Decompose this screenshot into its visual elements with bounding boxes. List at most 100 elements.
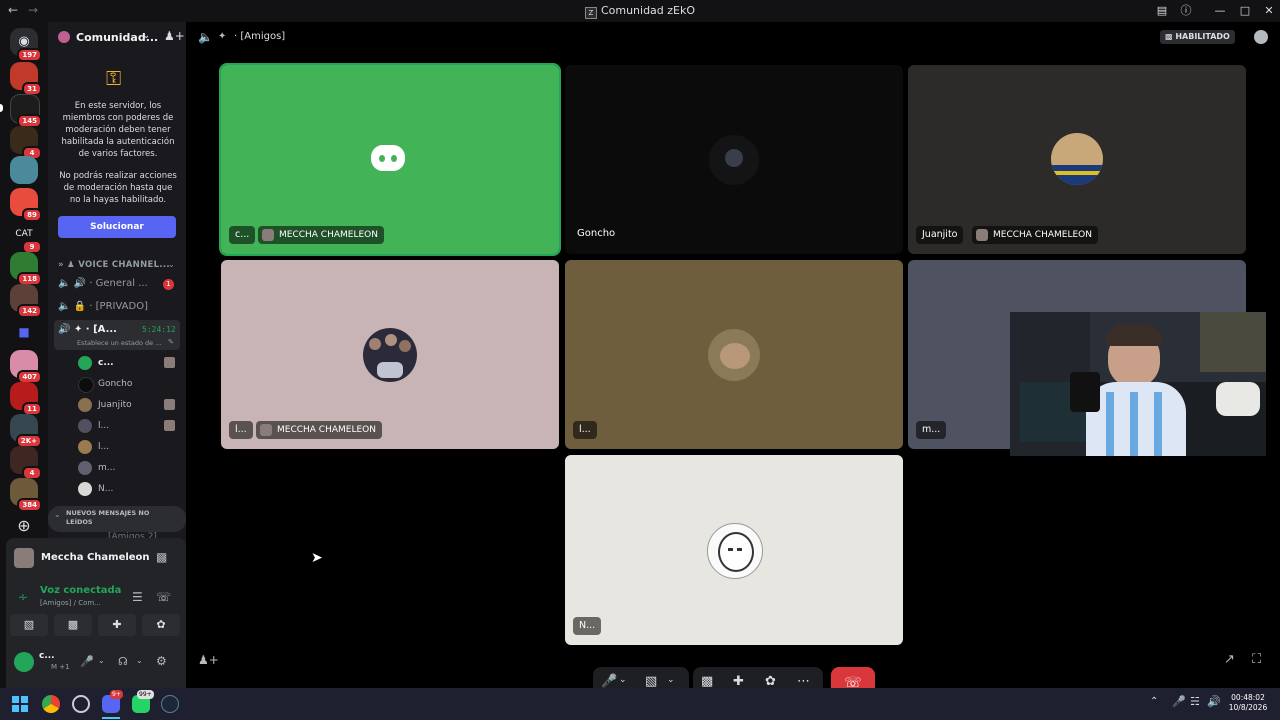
server-item[interactable]: 407 <box>10 350 42 384</box>
member-name[interactable]: l... <box>98 421 109 431</box>
voice-status[interactable]: Voz conectada <box>40 585 121 596</box>
chevron-down-icon[interactable]: ⌄ <box>142 30 150 41</box>
settings-gear-icon[interactable]: ⚙ <box>156 654 167 668</box>
server-item[interactable]: 145 <box>0 94 42 128</box>
clock[interactable]: 00:48:02 10/8/2026 <box>1228 693 1268 713</box>
server-avatar <box>10 156 38 184</box>
camera-off-icon[interactable]: ▧ <box>645 674 657 689</box>
chrome-icon[interactable] <box>42 695 60 713</box>
inbox-icon[interactable]: ▤ <box>1151 2 1173 20</box>
participant-tile[interactable]: N... <box>565 455 903 645</box>
participant-tile[interactable]: c... MECCHA CHAMELEON <box>219 63 561 256</box>
voice-location[interactable]: [Amigos] / Com... <box>40 599 101 607</box>
fix-button[interactable]: Solucionar <box>58 216 176 238</box>
member-name[interactable]: N... <box>98 484 113 494</box>
share-screen-button[interactable]: ▩ <box>54 614 92 636</box>
participant-tile[interactable]: Goncho <box>565 65 903 254</box>
microphone-icon[interactable]: 🎤 <box>601 674 617 689</box>
volume-icon[interactable]: 🔊 <box>1207 695 1221 708</box>
lock-icon: 🔒 <box>73 301 87 312</box>
chevron-up-icon[interactable]: ⌃ <box>1150 696 1158 707</box>
screen-share-icon[interactable]: ▩ <box>156 550 167 564</box>
activities-button[interactable]: ✚ <box>98 614 136 636</box>
taskbar: 9+ 99+ ⌃ 🎤 ☵ 🔊 00:48:02 10/8/2026 <box>0 688 1280 720</box>
folder-icon: ■ <box>10 318 38 346</box>
add-member-icon[interactable]: ♟+ <box>164 29 185 43</box>
participant-name: N... <box>573 617 602 635</box>
home-button[interactable]: ◉ 197 <box>10 28 42 62</box>
chevron-down-icon[interactable]: ⌄ <box>98 656 105 665</box>
server-item[interactable]: 142 <box>10 284 42 318</box>
server-item[interactable]: 2K+ <box>10 414 42 448</box>
username[interactable]: c... <box>39 651 55 661</box>
microphone-icon[interactable]: 🎤 <box>80 655 94 668</box>
activities-icon[interactable]: ✚ <box>733 674 744 689</box>
stream-chip[interactable]: MECCHA CHAMELEON <box>256 421 382 439</box>
obs-icon[interactable] <box>72 695 90 713</box>
participant-tile[interactable]: l... MECCHA CHAMELEON <box>221 260 559 449</box>
edit-icon[interactable]: ✎ <box>168 338 174 346</box>
avatar <box>708 329 760 381</box>
stream-chip[interactable]: MECCHA CHAMELEON <box>258 226 384 244</box>
server-folder[interactable]: ■ <box>10 318 38 346</box>
participant-tile[interactable]: l... <box>565 260 903 449</box>
headphones-icon[interactable]: ☊ <box>118 655 128 668</box>
server-item[interactable]: 89 <box>10 188 42 222</box>
popout-icon[interactable]: ↗ <box>1224 652 1235 667</box>
channel-privado[interactable]: 🔈 🔒 · [PRIVADO] <box>58 301 148 312</box>
screen-icon: ▩ <box>1165 32 1176 41</box>
avatar <box>707 523 763 579</box>
member-name[interactable]: l... <box>98 442 109 452</box>
soundboard-icon[interactable]: ✿ <box>765 674 776 689</box>
noise-suppression-icon[interactable]: ☰ <box>132 590 143 604</box>
avatar <box>363 328 417 382</box>
server-item[interactable]: 384 <box>10 478 42 512</box>
server-badge: 142 <box>17 304 42 318</box>
minimize-button[interactable]: — <box>1209 2 1231 20</box>
server-item[interactable]: 4 <box>10 126 42 160</box>
maximize-button[interactable]: □ <box>1234 2 1256 20</box>
disconnect-icon[interactable]: ☏ <box>156 590 171 604</box>
live-badge[interactable]: ▩ HABILITADO <box>1160 30 1235 44</box>
channel-title: [Amigos] <box>240 31 286 42</box>
member-name[interactable]: m... <box>98 463 115 473</box>
fullscreen-icon[interactable]: ⛶ <box>1252 652 1261 667</box>
soundboard-button[interactable]: ✿ <box>142 614 180 636</box>
avatar <box>709 135 759 185</box>
member-name[interactable]: Goncho <box>98 379 132 389</box>
server-item[interactable]: 11 <box>10 382 42 416</box>
participant-tile[interactable]: Juanjito MECCHA CHAMELEON <box>908 65 1246 254</box>
new-messages-label: NUEVOS MENSAJES NO LEÍDOS <box>66 509 150 526</box>
category-header[interactable]: » ♟ VOICE CHANNEL... <box>58 260 170 270</box>
share-screen-icon[interactable]: ▩ <box>701 674 713 689</box>
chat-bubble-icon[interactable] <box>1254 30 1268 44</box>
chevron-down-icon[interactable]: ⌄ <box>667 675 675 685</box>
server-item[interactable] <box>10 156 38 184</box>
more-options-icon[interactable]: ⋯ <box>797 674 810 689</box>
server-item[interactable]: 118 <box>10 252 42 286</box>
server-item[interactable]: CAT 9 <box>10 220 42 254</box>
close-button[interactable]: ✕ <box>1258 2 1280 20</box>
wifi-icon[interactable]: ☵ <box>1190 695 1200 708</box>
microphone-tray-icon[interactable]: 🎤 <box>1172 695 1186 708</box>
avatar[interactable] <box>14 652 34 672</box>
help-icon[interactable]: ⓘ <box>1175 2 1197 20</box>
avatar <box>1051 133 1103 185</box>
channel-status[interactable]: Establece un estado de ... <box>77 339 161 347</box>
stream-chip[interactable]: MECCHA CHAMELEON <box>972 226 1098 244</box>
channel-general[interactable]: 🔈 🔊 · General ... <box>58 278 178 289</box>
participant-name: Juanjito <box>916 226 964 244</box>
participant-name: Goncho <box>577 228 616 239</box>
camera-off-button[interactable]: ▧ <box>10 614 48 636</box>
windows-start-icon[interactable] <box>12 696 28 712</box>
chevron-down-icon[interactable]: ⌄ <box>619 675 627 685</box>
chevron-down-icon[interactable]: ⌄ <box>136 656 143 665</box>
steam-icon[interactable] <box>161 695 179 713</box>
member-name[interactable]: c... <box>98 358 114 368</box>
server-item[interactable]: 31 <box>10 62 42 96</box>
server-item[interactable]: 4 <box>10 446 42 480</box>
title-bar: ← → Z Comunidad zEkO ▤ ⓘ — □ ✕ <box>0 0 1280 22</box>
invite-icon[interactable]: ♟+ <box>198 653 219 667</box>
member-name[interactable]: Juanjito <box>98 400 132 410</box>
add-server-button[interactable]: ⊕ <box>10 512 38 540</box>
